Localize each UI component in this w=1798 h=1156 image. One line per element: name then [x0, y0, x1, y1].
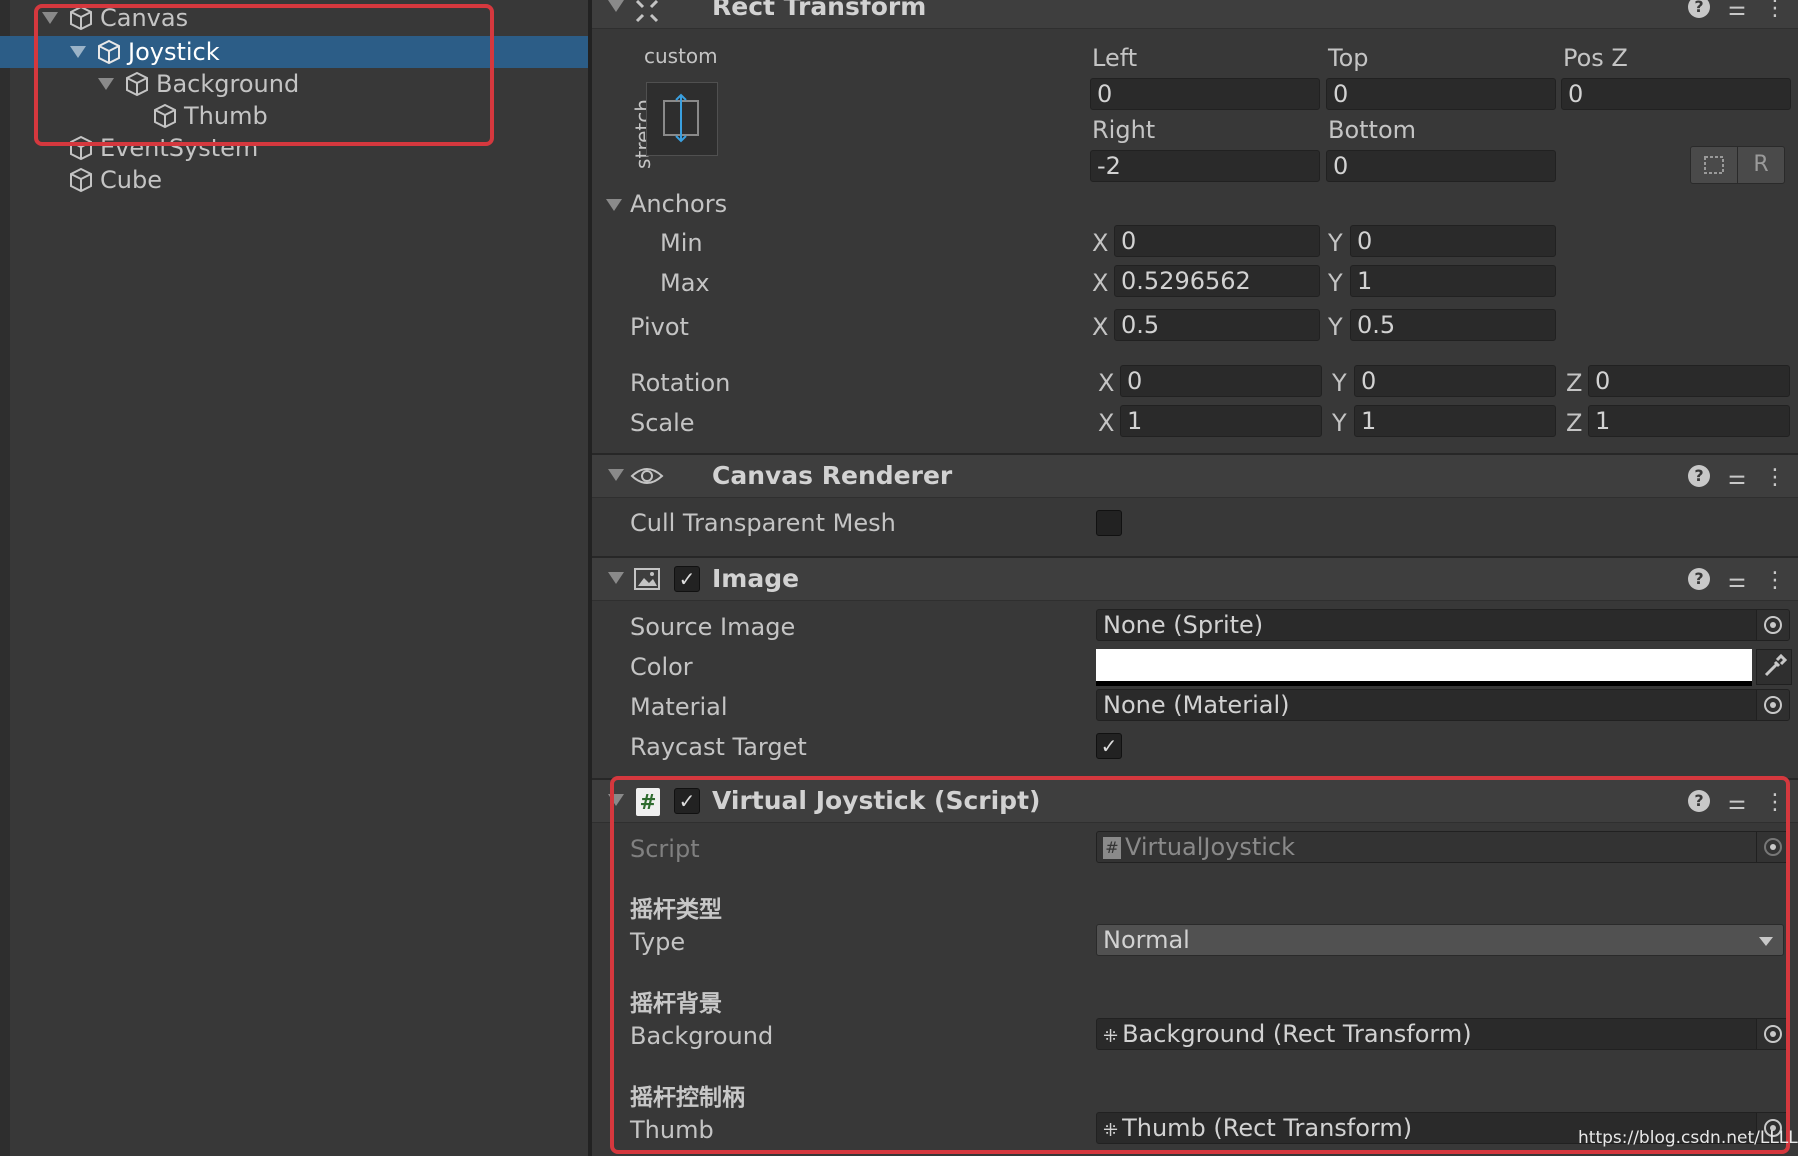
scale-y-field[interactable]: 1	[1354, 405, 1556, 437]
rect-transform-header[interactable]: Rect Transform ? ⚌ ⋮	[592, 0, 1798, 29]
raycast-target-checkbox[interactable]: ✓	[1096, 733, 1122, 759]
raw-edit-button[interactable]: R	[1737, 146, 1785, 184]
pivot-x-field[interactable]: 0.5	[1114, 309, 1320, 341]
hierarchy-item-cube[interactable]: Cube	[42, 164, 162, 196]
scale-x-field[interactable]: 1	[1120, 405, 1322, 437]
presets-icon[interactable]: ⚌	[1728, 0, 1746, 21]
pivot-label: Pivot	[630, 313, 689, 341]
right-field[interactable]: -2	[1090, 150, 1320, 182]
rotation-y-field[interactable]: 0	[1354, 365, 1556, 397]
presets-icon[interactable]: ⚌	[1728, 568, 1746, 593]
annotation-highlight-box	[34, 4, 494, 146]
dashed-rect-icon	[1704, 156, 1724, 174]
help-icon[interactable]: ?	[1688, 465, 1711, 487]
bottom-field[interactable]: 0	[1326, 150, 1556, 182]
source-image-label: Source Image	[630, 613, 796, 641]
anchor-min-label: Min	[660, 229, 703, 257]
axis-x-label: X	[1092, 269, 1109, 297]
object-picker-button[interactable]	[1756, 690, 1789, 720]
top-field[interactable]: 0	[1326, 78, 1556, 110]
header-icons: ? ⚌ ⋮	[1688, 568, 1786, 593]
cull-transparent-mesh-checkbox[interactable]	[1096, 510, 1122, 536]
axis-y-label: Y	[1328, 229, 1343, 257]
axis-y-label: Y	[1332, 409, 1347, 437]
fold-arrow-icon[interactable]	[608, 469, 624, 481]
material-label: Material	[630, 693, 728, 721]
object-picker-button[interactable]	[1756, 610, 1789, 640]
watermark-text: https://blog.csdn.net/LLLLL	[1578, 1128, 1798, 1148]
anchor-stretch-icon	[663, 93, 699, 143]
color-swatch-field[interactable]	[1096, 649, 1752, 686]
more-menu-icon[interactable]: ⋮	[1764, 568, 1786, 593]
eye-icon	[630, 468, 664, 484]
anchors-label[interactable]: Anchors	[630, 190, 727, 218]
axis-x-label: X	[1092, 313, 1109, 341]
scale-z-field[interactable]: 1	[1588, 405, 1790, 437]
color-label: Color	[630, 653, 693, 681]
axis-y-label: Y	[1332, 369, 1347, 397]
left-field[interactable]: 0	[1090, 78, 1320, 110]
header-icons: ? ⚌ ⋮	[1688, 0, 1786, 21]
anchor-max-x-field[interactable]: 0.5296562	[1114, 265, 1320, 297]
hierarchy-item-label: Cube	[100, 166, 162, 194]
axis-x-label: X	[1098, 369, 1115, 397]
source-image-value: None (Sprite)	[1103, 611, 1264, 639]
presets-icon[interactable]: ⚌	[1728, 465, 1746, 490]
cull-transparent-mesh-label: Cull Transparent Mesh	[630, 509, 896, 537]
axis-z-label: Z	[1566, 409, 1583, 437]
scale-label: Scale	[630, 409, 695, 437]
anchors-fold-arrow-icon[interactable]	[606, 199, 622, 211]
color-picker-button[interactable]	[1756, 649, 1792, 685]
axis-x-label: X	[1092, 229, 1109, 257]
annotation-highlight-box	[610, 776, 1790, 1154]
top-label: Top	[1328, 44, 1369, 72]
material-value: None (Material)	[1103, 691, 1290, 719]
anchor-preset-label: custom	[644, 44, 718, 68]
fold-arrow-icon[interactable]	[608, 572, 624, 584]
more-menu-icon[interactable]: ⋮	[1764, 0, 1786, 21]
more-menu-icon[interactable]: ⋮	[1764, 465, 1786, 490]
image-icon	[634, 568, 660, 590]
help-icon[interactable]: ?	[1688, 568, 1711, 590]
axis-y-label: Y	[1328, 269, 1343, 297]
rotation-label: Rotation	[630, 369, 731, 397]
canvas-renderer-header[interactable]: Canvas Renderer ? ⚌ ⋮	[592, 453, 1798, 498]
axis-z-label: Z	[1566, 369, 1583, 397]
help-icon[interactable]: ?	[1688, 0, 1711, 18]
anchor-max-label: Max	[660, 269, 710, 297]
axis-x-label: X	[1098, 409, 1115, 437]
anchor-min-y-field[interactable]: 0	[1350, 225, 1556, 257]
rect-transform-icon	[635, 0, 659, 23]
anchor-max-y-field[interactable]: 1	[1350, 265, 1556, 297]
hierarchy-edge	[0, 0, 10, 1156]
fold-arrow-icon[interactable]	[608, 0, 624, 12]
header-icons: ? ⚌ ⋮	[1688, 465, 1786, 490]
right-label: Right	[1092, 116, 1156, 144]
object-picker-icon	[1764, 696, 1782, 714]
anchor-min-x-field[interactable]: 0	[1114, 225, 1320, 257]
axis-y-label: Y	[1328, 313, 1343, 341]
object-picker-icon	[1764, 616, 1782, 634]
eyedropper-icon	[1764, 653, 1788, 677]
source-image-field[interactable]: None (Sprite)	[1096, 609, 1790, 641]
posz-field[interactable]: 0	[1561, 78, 1791, 110]
component-title: Canvas Renderer	[712, 461, 953, 490]
image-header[interactable]: ✓ Image ? ⚌ ⋮	[592, 556, 1798, 601]
rotation-x-field[interactable]: 0	[1120, 365, 1322, 397]
gameobject-cube-icon	[70, 167, 92, 193]
raycast-target-label: Raycast Target	[630, 733, 807, 761]
material-field[interactable]: None (Material)	[1096, 689, 1790, 721]
component-title: Rect Transform	[712, 0, 927, 21]
posz-label: Pos Z	[1563, 44, 1628, 72]
anchor-preset-button[interactable]	[646, 82, 718, 156]
rotation-z-field[interactable]: 0	[1588, 365, 1790, 397]
blueprint-mode-button[interactable]	[1690, 146, 1738, 184]
left-label: Left	[1092, 44, 1138, 72]
image-enabled-checkbox[interactable]: ✓	[674, 566, 700, 592]
pivot-y-field[interactable]: 0.5	[1350, 309, 1556, 341]
component-title: Image	[712, 564, 800, 593]
bottom-label: Bottom	[1328, 116, 1417, 144]
